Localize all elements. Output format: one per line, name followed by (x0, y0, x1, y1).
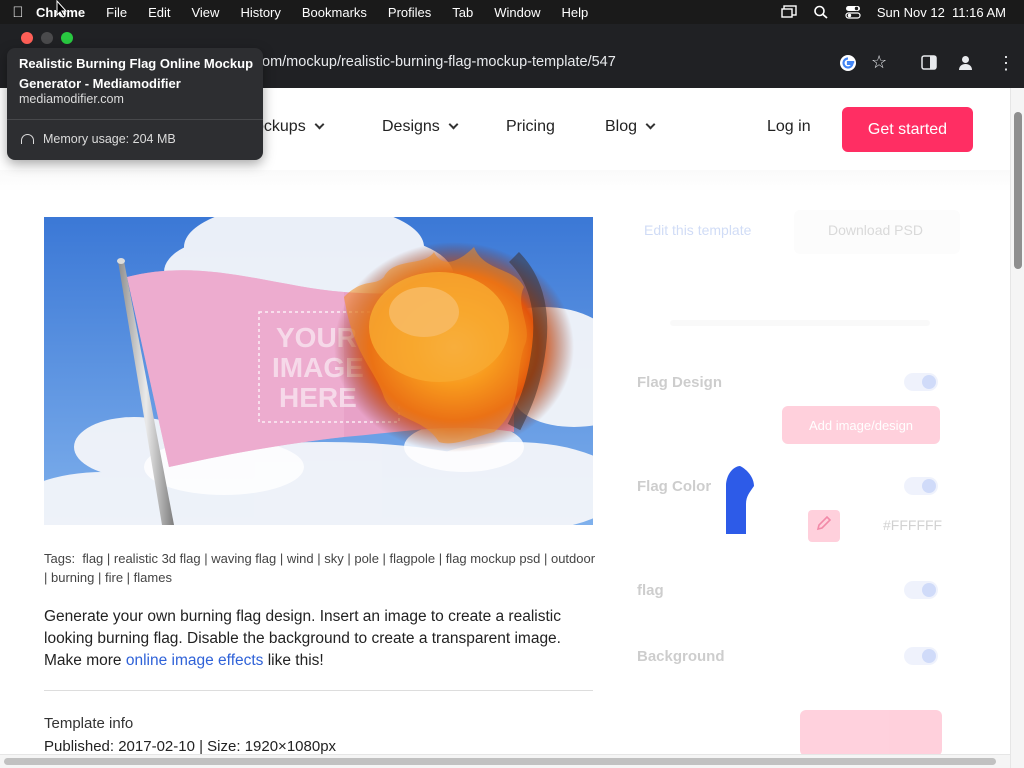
section-divider (44, 690, 593, 691)
horizontal-scrollbar-thumb[interactable] (4, 758, 996, 765)
zoom-window-button[interactable] (61, 32, 73, 44)
tag-link[interactable]: realistic 3d flag (114, 551, 201, 566)
online-image-effects-link[interactable]: online image effects (126, 652, 264, 669)
tag-link[interactable]: flag mockup psd (446, 551, 541, 566)
nav-mockups[interactable]: ockups (255, 118, 325, 136)
google-lens-icon[interactable] (839, 54, 857, 77)
header-shadow (0, 170, 1010, 192)
nav-designs[interactable]: Designs (382, 118, 459, 136)
menu-history[interactable]: History (240, 5, 280, 20)
tag-link[interactable]: pole (354, 551, 379, 566)
browser-menu-icon[interactable]: ⋮ (997, 53, 1015, 74)
pencil-icon[interactable] (816, 515, 832, 536)
tab-hover-domain: mediamodifier.com (19, 92, 124, 106)
control-center-icon[interactable] (845, 5, 861, 19)
menu-profiles[interactable]: Profiles (388, 5, 431, 20)
menu-bar-clock[interactable]: Sun Nov 12 11:16 AM (877, 5, 1006, 20)
tag-link[interactable]: burning (51, 570, 94, 585)
menu-tab[interactable]: Tab (452, 5, 473, 20)
section-flag-color: Flag Color (637, 478, 712, 495)
template-description: Generate your own burning flag design. I… (44, 606, 596, 672)
tab-edit-template[interactable]: Edit this template (644, 222, 751, 238)
background-toggle[interactable] (904, 647, 938, 665)
flag-toggle[interactable] (904, 581, 938, 599)
bookmark-star-icon[interactable]: ☆ (871, 52, 887, 73)
tag-link[interactable]: waving flag (211, 551, 276, 566)
menu-edit[interactable]: Edit (148, 5, 170, 20)
spotlight-search-icon[interactable] (813, 5, 829, 19)
nav-blog-label: Blog (605, 118, 638, 135)
template-info-heading: Template info (44, 715, 134, 732)
side-panel-icon[interactable] (921, 55, 937, 75)
tags-label: Tags: (44, 551, 76, 566)
mac-menu-bar:  Chrome File Edit View History Bookmark… (0, 0, 1024, 24)
vertical-scrollbar-thumb[interactable] (1014, 112, 1022, 269)
minimize-window-button[interactable] (41, 32, 53, 44)
nav-blog[interactable]: Blog (605, 118, 656, 136)
menu-help[interactable]: Help (562, 5, 589, 20)
panel-placeholder-bar (670, 320, 930, 326)
apple-icon[interactable]:  (0, 4, 36, 21)
mockup-preview-image[interactable]: YOUR IMAGE HERE (44, 217, 593, 525)
tag-link[interactable]: sky (324, 551, 344, 566)
section-background: Background (637, 648, 725, 665)
menu-view[interactable]: View (191, 5, 219, 20)
template-info-meta: Published: 2017-02-10 | Size: 1920×1080p… (44, 738, 337, 755)
screen-mirroring-icon[interactable] (781, 5, 797, 19)
vertical-scrollbar[interactable] (1010, 88, 1024, 768)
tab-hover-card: Realistic Burning Flag Online Mockup Gen… (7, 48, 263, 160)
tab-download-psd[interactable]: Download PSD (828, 222, 923, 238)
add-image-design-button[interactable]: Add image/design (782, 406, 940, 444)
close-window-button[interactable] (21, 32, 33, 44)
nav-pricing[interactable]: Pricing (506, 118, 555, 136)
login-link[interactable]: Log in (767, 118, 811, 136)
profile-avatar-icon[interactable] (957, 54, 974, 76)
tag-link[interactable]: flag (82, 551, 103, 566)
editor-panel: Edit this template Download PSD Flag Des… (620, 208, 965, 768)
tag-link[interactable]: wind (287, 551, 314, 566)
chevron-down-icon (314, 119, 325, 130)
description-suffix: like this! (263, 652, 324, 669)
drag-cursor-icon (722, 464, 756, 541)
flag-color-toggle[interactable] (904, 477, 938, 495)
tags-list: Tags: flag | realistic 3d flag | waving … (44, 551, 596, 585)
tag-link[interactable]: fire (105, 570, 123, 585)
panel-primary-button[interactable] (800, 710, 942, 756)
menu-file[interactable]: File (106, 5, 127, 20)
tag-link[interactable]: flagpole (390, 551, 436, 566)
get-started-button[interactable]: Get started (842, 107, 973, 152)
menu-window[interactable]: Window (494, 5, 540, 20)
tab-hover-memory: Memory usage: 204 MB (43, 132, 176, 146)
menu-bookmarks[interactable]: Bookmarks (302, 5, 367, 20)
section-flag-design: Flag Design (637, 374, 723, 391)
chevron-down-icon (448, 119, 459, 130)
flag-color-hex[interactable]: #FFFFFF (883, 517, 942, 533)
horizontal-scrollbar[interactable] (0, 754, 1010, 768)
tag-link[interactable]: outdoor (551, 551, 595, 566)
tab-hover-title: Realistic Burning Flag Online Mockup Gen… (19, 56, 254, 91)
memory-gauge-icon (21, 134, 34, 144)
mouse-pointer-icon (56, 0, 68, 23)
chevron-down-icon (645, 119, 656, 130)
tag-link[interactable]: flames (134, 570, 172, 585)
address-bar-url[interactable]: om/mockup/realistic-burning-flag-mockup-… (262, 54, 616, 70)
tab-hover-divider (7, 119, 263, 120)
nav-designs-label: Designs (382, 118, 440, 135)
flag-design-toggle[interactable] (904, 373, 938, 391)
section-flag: flag (637, 582, 664, 599)
